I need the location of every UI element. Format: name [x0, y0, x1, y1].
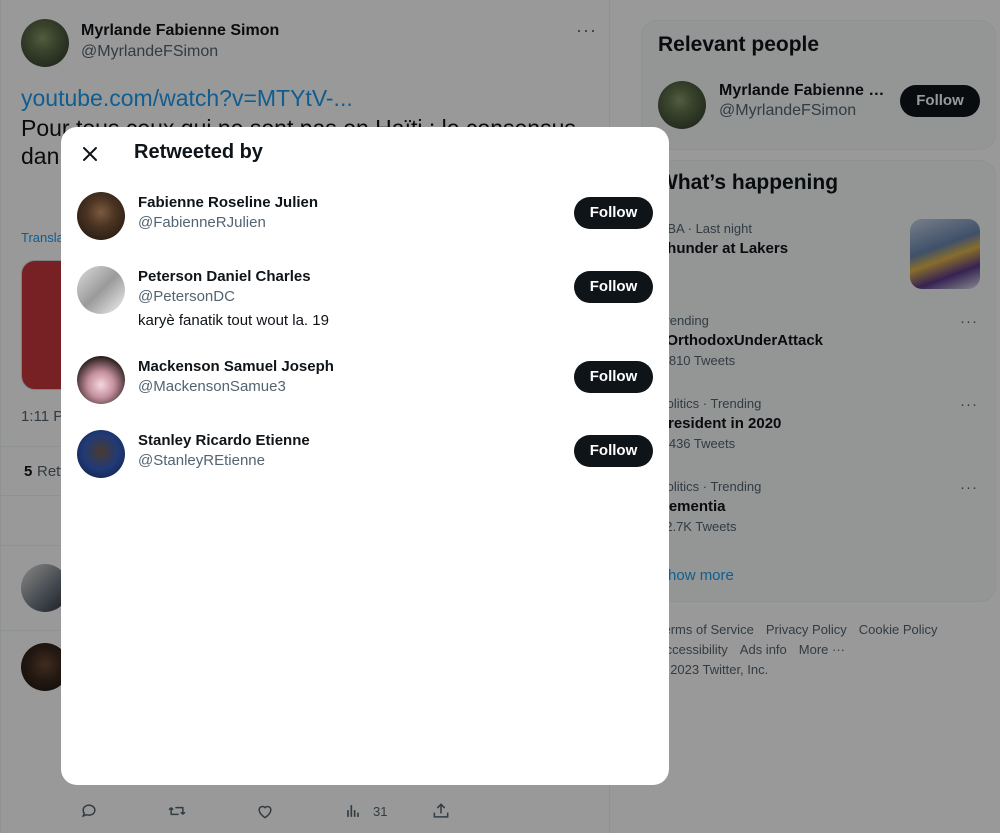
retweeted-by-dialog: Retweeted by Fabienne Roseline Julien @F…: [61, 127, 669, 785]
user-handle[interactable]: @MackensonSamue3: [138, 378, 286, 395]
user-name[interactable]: Fabienne Roseline Julien: [138, 194, 318, 211]
dialog-title: Retweeted by: [134, 141, 263, 163]
user-handle[interactable]: @StanleyREtienne: [138, 452, 265, 469]
user-handle[interactable]: @PetersonDC: [138, 288, 235, 305]
user-name[interactable]: Stanley Ricardo Etienne: [138, 432, 310, 449]
follow-button[interactable]: Follow: [574, 197, 653, 229]
avatar[interactable]: [77, 356, 125, 404]
avatar[interactable]: [77, 266, 125, 314]
follow-button[interactable]: Follow: [574, 361, 653, 393]
follow-button[interactable]: Follow: [574, 435, 653, 467]
avatar[interactable]: [77, 192, 125, 240]
user-handle[interactable]: @FabienneRJulien: [138, 214, 266, 231]
user-name[interactable]: Mackenson Samuel Joseph: [138, 358, 334, 375]
follow-button[interactable]: Follow: [574, 271, 653, 303]
user-bio: karyè fanatik tout wout la. 19: [138, 312, 329, 329]
close-icon: [83, 147, 97, 161]
avatar[interactable]: [77, 430, 125, 478]
close-button[interactable]: [73, 137, 107, 171]
user-name[interactable]: Peterson Daniel Charles: [138, 268, 311, 285]
